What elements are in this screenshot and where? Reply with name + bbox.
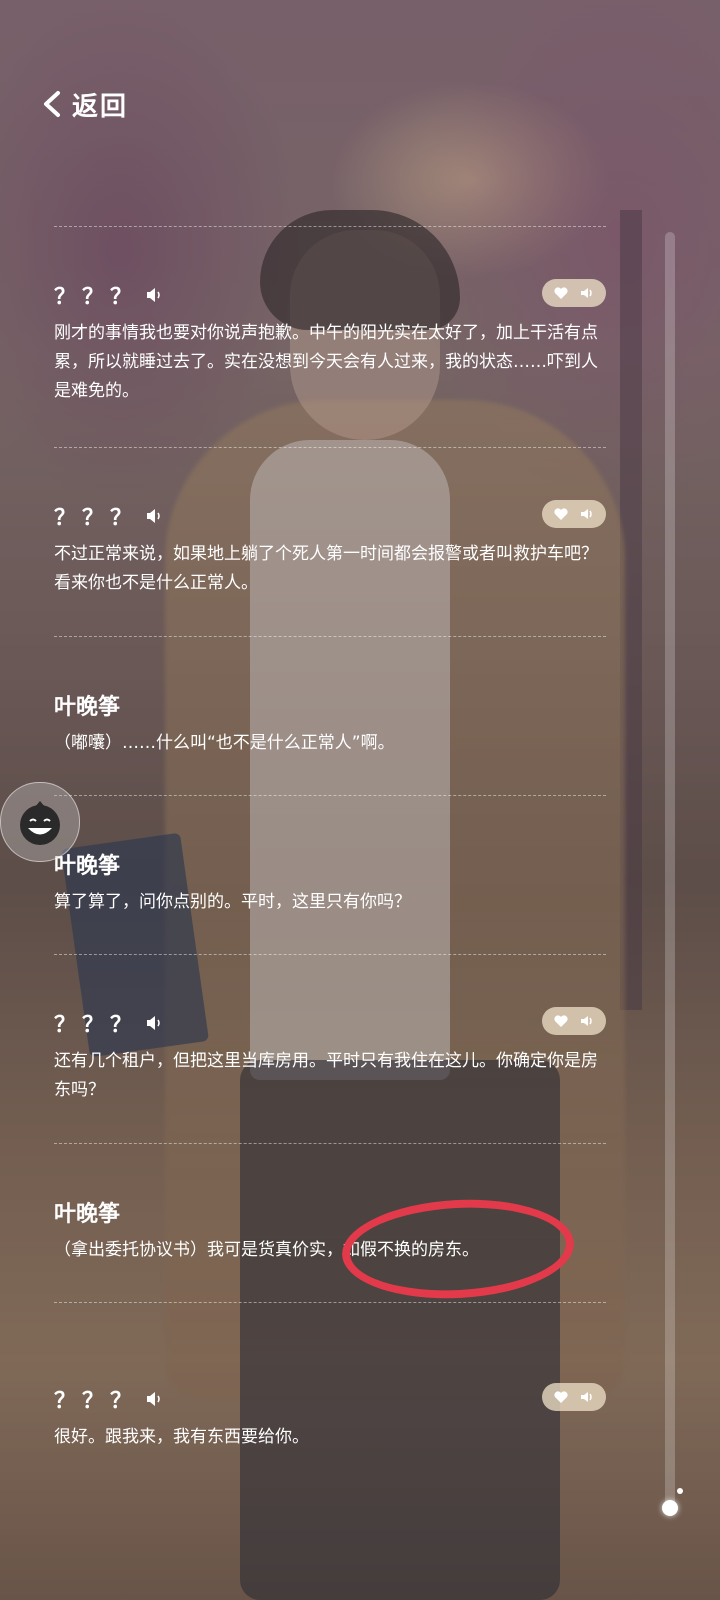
entry-actions[interactable] xyxy=(542,500,606,528)
sound-icon[interactable] xyxy=(579,1389,595,1405)
sound-icon[interactable] xyxy=(579,1013,595,1029)
log-entry: 叶晚筝 （嘟囔）……什么叫“也不是什么正常人”啊。 xyxy=(54,637,606,795)
sound-icon[interactable] xyxy=(579,285,595,301)
speaker-icon[interactable] xyxy=(144,285,164,305)
back-label: 返回 xyxy=(72,91,129,122)
log-entry: 叶晚筝 算了算了，问你点别的。平时，这里只有你吗？ xyxy=(54,796,606,954)
dialogue-text: 还有几个租户，但把这里当库房用。平时只有我住在这儿。你确定你是房东吗？ xyxy=(54,1051,598,1100)
dialogue-text: （嘟囔）……什么叫“也不是什么正常人”啊。 xyxy=(54,733,395,753)
speaker-name: 叶晚筝 xyxy=(54,1202,121,1227)
heart-icon[interactable] xyxy=(553,506,569,522)
entry-actions[interactable] xyxy=(542,1383,606,1411)
heart-icon[interactable] xyxy=(553,1013,569,1029)
speaker-icon[interactable] xyxy=(144,1389,164,1409)
back-button[interactable]: 返回 xyxy=(40,84,128,124)
log-entry: ？？？ 刚才的事情我也要对你说声抱歉。中午的阳光实在太好了，加上干活有点累，所以… xyxy=(54,227,606,447)
entry-actions[interactable] xyxy=(542,1007,606,1035)
dialogue-text: 很好。跟我来，我有东西要给你。 xyxy=(54,1427,309,1447)
scrollbar-thumb[interactable] xyxy=(662,1500,678,1516)
speaker-name: ？？？ xyxy=(54,1013,139,1038)
scrollbar-sparkle xyxy=(677,1488,683,1494)
scrollbar-track[interactable] xyxy=(665,232,675,1514)
speaker-name: 叶晚筝 xyxy=(54,695,121,720)
log-entry: ？？？ 还有几个租户，但把这里当库房用。平时只有我住在这儿。你确定你是房东吗？ xyxy=(54,955,606,1143)
log-entry: ？？？ 不过正常来说，如果地上躺了个死人第一时间都会报警或者叫救护车吧？看来你也… xyxy=(54,448,606,636)
entry-actions[interactable] xyxy=(542,279,606,307)
dialogue-log[interactable]: ？？？ 刚才的事情我也要对你说声抱歉。中午的阳光实在太好了，加上干活有点累，所以… xyxy=(54,226,606,1489)
heart-icon[interactable] xyxy=(553,285,569,301)
floating-assistant-button[interactable] xyxy=(0,782,80,862)
dialogue-text: 刚才的事情我也要对你说声抱歉。中午的阳光实在太好了，加上干活有点累，所以就睡过去… xyxy=(54,323,598,401)
heart-icon[interactable] xyxy=(553,1389,569,1405)
sound-icon[interactable] xyxy=(579,506,595,522)
avatar-icon xyxy=(20,801,60,845)
speaker-icon[interactable] xyxy=(144,1013,164,1033)
speaker-icon[interactable] xyxy=(144,506,164,526)
speaker-name: ？？？ xyxy=(54,506,139,531)
log-entry: ？？？ 很好。跟我来，我有东西要给你。 xyxy=(54,1303,606,1489)
dialogue-text: 不过正常来说，如果地上躺了个死人第一时间都会报警或者叫救护车吧？看来你也不是什么… xyxy=(54,544,598,593)
speaker-name: ？？？ xyxy=(54,1389,139,1414)
chevron-left-icon xyxy=(44,91,60,117)
dialogue-text: 算了算了，问你点别的。平时，这里只有你吗？ xyxy=(54,892,411,912)
speaker-name: ？？？ xyxy=(54,285,139,310)
